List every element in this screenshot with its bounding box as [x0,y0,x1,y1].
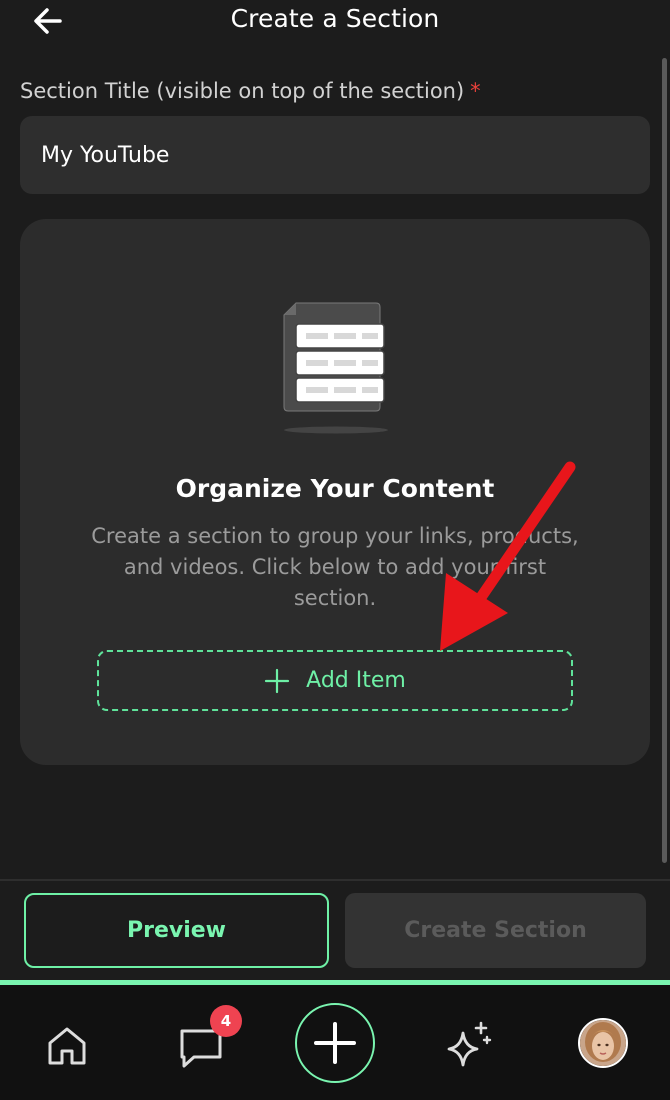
required-marker: * [470,79,481,103]
avatar[interactable] [578,1018,628,1068]
bottom-nav: 4 [0,985,670,1100]
preview-button[interactable]: Preview [24,893,329,968]
section-title-input[interactable] [20,116,650,194]
section-title-label: Section Title (visible on top of the sec… [20,79,481,103]
empty-state-description: Create a section to group your links, pr… [91,524,579,610]
nav-ai[interactable] [443,1019,495,1071]
footer-divider [0,879,670,881]
empty-state-card: Organize Your Content Create a section t… [20,219,650,765]
nav-home[interactable] [44,1023,90,1069]
plus-icon [265,668,290,693]
add-item-label: Add Item [306,668,406,693]
header: Create a Section [0,0,670,44]
profile-photo [580,1020,626,1066]
empty-state-heading: Organize Your Content [175,474,495,503]
preview-label: Preview [126,918,227,943]
stacked-document-icon [283,302,388,434]
section-title-label-text: Section Title (visible on top of the sec… [20,79,465,103]
add-item-button[interactable]: Add Item [97,650,573,711]
home-icon [48,1027,86,1065]
plus-icon [314,1022,356,1064]
sparkles-icon [447,1021,492,1067]
page-title: Create a Section [230,4,440,33]
message-badge: 4 [210,1005,242,1037]
scrollbar[interactable] [662,58,667,863]
nav-create[interactable] [295,1003,375,1083]
create-section-button[interactable]: Create Section [345,893,646,968]
create-section-label: Create Section [404,918,587,943]
